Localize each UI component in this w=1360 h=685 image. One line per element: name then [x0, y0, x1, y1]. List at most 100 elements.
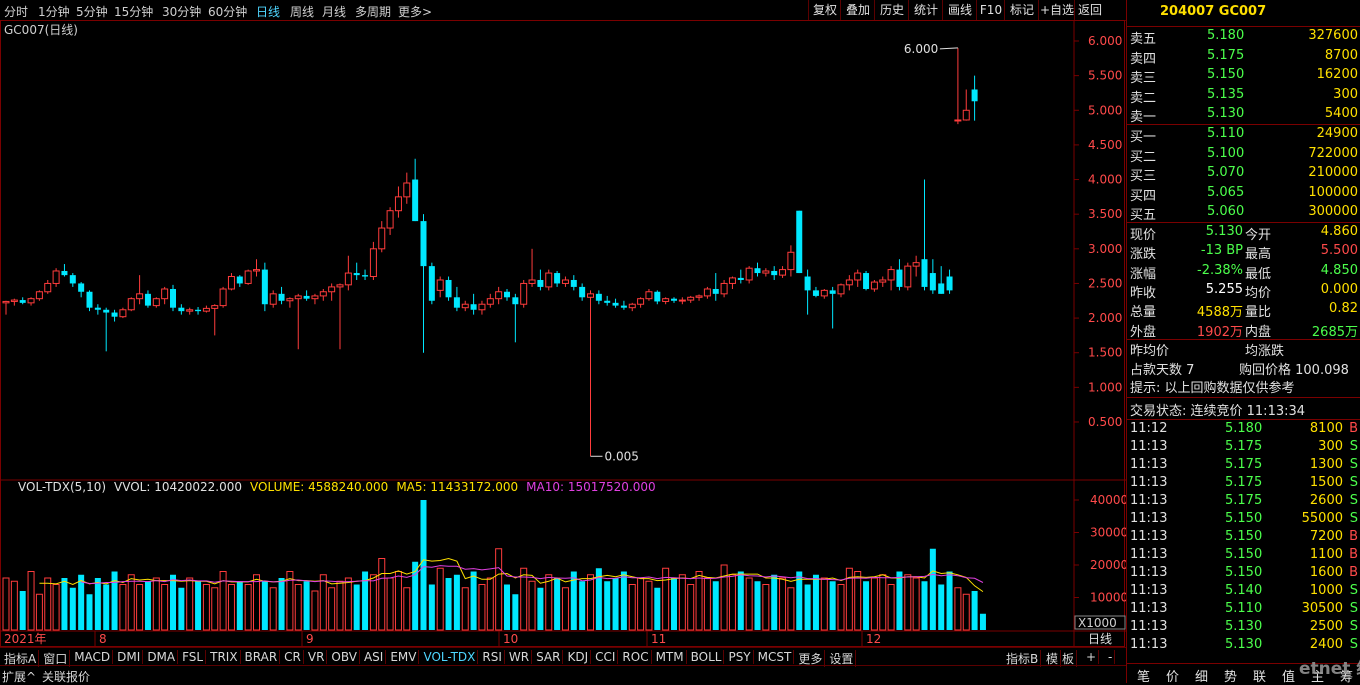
indicator-tab-21[interactable]: BOLL: [689, 650, 725, 664]
candle-body-up: [403, 182, 411, 198]
period-tab-4[interactable]: 30分钟: [162, 3, 201, 20]
period-tab-0[interactable]: 分时: [4, 3, 28, 20]
bid-label: 买一: [1130, 130, 1157, 145]
tick-row[interactable]: 11:13 5.175 1300 S: [1127, 457, 1360, 476]
indicator-tab-16[interactable]: SAR: [534, 650, 564, 664]
ask-label: 卖五: [1130, 32, 1157, 47]
tick-row[interactable]: 11:13 5.130 2500 S: [1127, 619, 1360, 638]
period-tab-10[interactable]: 更多>: [398, 3, 432, 20]
candle-body-down: [812, 290, 819, 296]
indicator-tab-22[interactable]: PSY: [726, 650, 754, 664]
indicator-tab-7[interactable]: BRAR: [243, 650, 281, 664]
ask-row: 卖三 5.150 16200: [1127, 67, 1360, 86]
toolbar-button-8[interactable]: 返回: [1074, 0, 1105, 20]
candle-body-up: [311, 295, 319, 300]
indicator-right-4[interactable]: -: [1106, 650, 1116, 664]
bottom-tab-0[interactable]: 扩展^: [2, 668, 36, 685]
tick-row[interactable]: 11:13 5.175 300 S: [1127, 439, 1360, 458]
toolbar-button-4[interactable]: 画线: [942, 0, 977, 20]
toolbar-button-2[interactable]: 历史: [874, 0, 909, 20]
quote-tab-1[interactable]: 价: [1166, 666, 1179, 685]
indicator-tab-17[interactable]: KDJ: [565, 650, 592, 664]
indicator-right-3[interactable]: +: [1084, 650, 1100, 664]
quote-tab-0[interactable]: 笔: [1137, 666, 1150, 685]
tick-row[interactable]: 11:13 5.175 2600 S: [1127, 493, 1360, 512]
period-tab-2[interactable]: 5分钟: [76, 3, 108, 20]
tick-row[interactable]: 11:13 5.150 7200 B: [1127, 529, 1360, 548]
indicator-tab-8[interactable]: CR: [282, 650, 304, 664]
tick-row[interactable]: 11:12 5.180 8100 B: [1127, 421, 1360, 440]
indicator-tab-9[interactable]: VR: [306, 650, 328, 664]
volume-bar-up: [186, 577, 194, 631]
indicator-tab-19[interactable]: ROC: [620, 650, 652, 664]
volume-bar-down: [303, 581, 310, 630]
tick-time: 11:13: [1130, 547, 1168, 562]
indicator-tab-15[interactable]: WR: [507, 650, 533, 664]
ask-row: 卖一 5.130 5400: [1127, 106, 1360, 125]
candle-body-up: [344, 272, 352, 286]
quote-tab-3[interactable]: 势: [1224, 666, 1237, 685]
volume-bar-down: [771, 574, 778, 630]
tick-time: 11:13: [1130, 475, 1168, 490]
volume-bar-down: [754, 581, 761, 630]
volume-bar-down: [671, 578, 677, 630]
tick-side: S: [1349, 619, 1358, 634]
indicator-tab-4[interactable]: DMA: [145, 650, 179, 664]
quote-tab-5[interactable]: 值: [1282, 666, 1295, 685]
volume-bar-down: [512, 594, 519, 630]
toolbar-button-5[interactable]: F10: [976, 0, 1005, 20]
tick-row[interactable]: 11:13 5.150 55000 S: [1127, 511, 1360, 530]
period-tab-5[interactable]: 60分钟: [208, 3, 247, 20]
volume-bar-down: [804, 584, 811, 630]
volume-bar-up: [787, 587, 795, 631]
indicator-tab-3[interactable]: DMI: [115, 650, 144, 664]
kline-chart[interactable]: 6.000 5.500 5.000 4.500 4.000 3.500 3.000 2.500…: [0, 20, 1126, 647]
period-tab-7[interactable]: 周线: [290, 3, 314, 20]
candle-body-up: [378, 227, 386, 250]
tick-row[interactable]: 11:13 5.150 1600 B: [1127, 565, 1360, 584]
indicator-tab-13[interactable]: VOL-TDX: [421, 650, 479, 664]
tick-row[interactable]: 11:13 5.110 30500 S: [1127, 601, 1360, 620]
toolbar-button-0[interactable]: 复权: [808, 0, 841, 20]
indicator-tab-20[interactable]: MTM: [654, 650, 687, 664]
candle-body-down: [78, 283, 85, 292]
quote-tab-4[interactable]: 联: [1253, 666, 1266, 685]
candle-body-up: [227, 276, 235, 290]
tick-row[interactable]: 11:13 5.175 1500 S: [1127, 475, 1360, 494]
tick-side: S: [1349, 475, 1358, 490]
indicator-tab-23[interactable]: MCST: [756, 650, 795, 664]
tick-row[interactable]: 11:13 5.150 1100 B: [1127, 547, 1360, 566]
indicator-tab-6[interactable]: TRIX: [208, 650, 241, 664]
period-tab-1[interactable]: 1分钟: [38, 3, 70, 20]
bottom-tab-1[interactable]: 关联报价: [42, 668, 90, 685]
avg-change-label: 均涨跌: [1245, 344, 1285, 359]
period-tab-8[interactable]: 月线: [322, 3, 346, 20]
candle-body-up: [728, 277, 736, 284]
volume-bar-down: [61, 578, 68, 630]
tick-row[interactable]: 11:13 5.140 1000 S: [1127, 583, 1360, 602]
toolbar-button-1[interactable]: 叠加: [840, 0, 875, 20]
toolbar-button-3[interactable]: 统计: [908, 0, 943, 20]
tick-volume: 2400: [1309, 637, 1343, 652]
indicator-tab-5[interactable]: FSL: [180, 650, 207, 664]
period-tab-6[interactable]: 日线: [256, 3, 280, 20]
indicator-tab-2[interactable]: MACD: [72, 650, 114, 664]
candle-body-down: [103, 309, 110, 313]
volume-bar-down: [144, 581, 151, 630]
quote-tab-2[interactable]: 细: [1195, 666, 1208, 685]
volume-bar-down: [103, 584, 110, 630]
period-tab-9[interactable]: 多周期: [355, 3, 391, 20]
period-tab-3[interactable]: 15分钟: [114, 3, 153, 20]
indicator-tab-18[interactable]: CCI: [593, 650, 619, 664]
toolbar-button-6[interactable]: 标记: [1004, 0, 1039, 20]
indicator-tab-11[interactable]: ASI: [362, 650, 387, 664]
indicator-tab-12[interactable]: EMV: [388, 650, 420, 664]
max-marker: 6.000: [904, 42, 938, 56]
toolbar-button-7[interactable]: +自选: [1038, 0, 1075, 20]
indicator-tab-10[interactable]: OBV: [329, 650, 360, 664]
indicator-tab-14[interactable]: RSI: [480, 650, 505, 664]
stat-value: 4.850: [1320, 262, 1358, 278]
stat-label: 内盘: [1245, 324, 1272, 340]
stat-value: 0.000: [1320, 281, 1358, 297]
volume-bar-up: [336, 580, 344, 631]
